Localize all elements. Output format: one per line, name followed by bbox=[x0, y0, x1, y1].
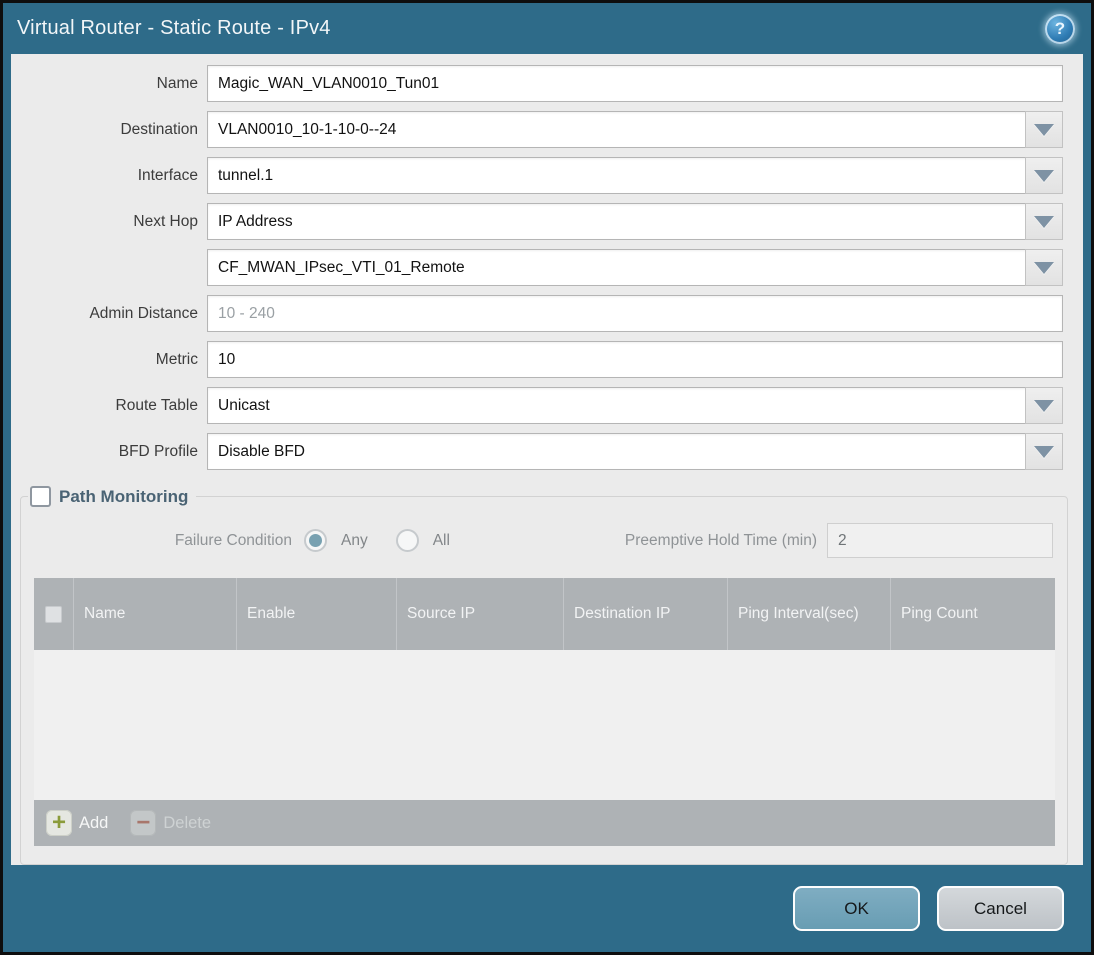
table-footer: + Add − Delete bbox=[34, 800, 1055, 846]
dialog-title: Virtual Router - Static Route - IPv4 bbox=[17, 17, 331, 39]
static-route-dialog: Virtual Router - Static Route - IPv4 ? N… bbox=[0, 0, 1094, 955]
bfd-profile-row: BFD Profile bbox=[11, 433, 1063, 470]
chevron-down-icon bbox=[1034, 399, 1054, 412]
radio-any-label: Any bbox=[341, 531, 368, 549]
next-hop-row: Next Hop bbox=[11, 203, 1063, 240]
cancel-button[interactable]: Cancel bbox=[937, 886, 1064, 931]
failure-condition-all-option: All bbox=[395, 529, 450, 552]
route-table-row: Route Table bbox=[11, 387, 1063, 424]
failure-condition-any-option: Any bbox=[304, 529, 368, 552]
name-input[interactable] bbox=[207, 65, 1063, 102]
column-header-ping-count[interactable]: Ping Count bbox=[891, 578, 1055, 650]
interface-input[interactable] bbox=[207, 157, 1063, 194]
radio-all[interactable] bbox=[395, 529, 419, 552]
column-header-source-ip[interactable]: Source IP bbox=[397, 578, 564, 650]
dialog-titlebar: Virtual Router - Static Route - IPv4 ? bbox=[3, 3, 1091, 54]
interface-row: Interface bbox=[11, 157, 1063, 194]
select-all-checkbox[interactable] bbox=[45, 605, 62, 623]
add-icon: + bbox=[46, 810, 72, 836]
next-hop-type-input[interactable] bbox=[207, 203, 1063, 240]
destination-row: Destination bbox=[11, 111, 1063, 148]
select-all-cell bbox=[34, 578, 74, 650]
table-header: Name Enable Source IP Destination IP Pin… bbox=[34, 578, 1055, 650]
preemptive-hold-time-input[interactable] bbox=[827, 523, 1053, 558]
destination-dropdown-button[interactable] bbox=[1025, 111, 1063, 148]
preemptive-hold-time-group: Preemptive Hold Time (min) bbox=[625, 523, 1053, 558]
destination-label: Destination bbox=[120, 120, 198, 138]
delete-button[interactable]: − Delete bbox=[130, 810, 211, 836]
radio-all-label: All bbox=[432, 531, 450, 549]
radio-any[interactable] bbox=[304, 529, 327, 552]
chevron-down-icon bbox=[1034, 261, 1054, 274]
failure-condition-label: Failure Condition bbox=[174, 531, 292, 549]
admin-distance-label: Admin Distance bbox=[89, 304, 198, 322]
name-label: Name bbox=[156, 74, 198, 92]
column-header-enable[interactable]: Enable bbox=[237, 578, 397, 650]
table-body-empty bbox=[34, 650, 1055, 800]
route-table-label: Route Table bbox=[115, 396, 198, 414]
preemptive-hold-time-label: Preemptive Hold Time (min) bbox=[624, 531, 817, 549]
bfd-profile-input[interactable] bbox=[207, 433, 1063, 470]
path-monitoring-checkbox[interactable] bbox=[30, 486, 51, 507]
next-hop-dropdown-button[interactable] bbox=[1025, 203, 1063, 240]
destination-input[interactable] bbox=[207, 111, 1063, 148]
admin-distance-row: Admin Distance bbox=[11, 295, 1063, 332]
interface-label: Interface bbox=[137, 166, 198, 184]
next-hop-address-row bbox=[11, 249, 1063, 286]
column-header-name[interactable]: Name bbox=[74, 578, 237, 650]
next-hop-address-dropdown-button[interactable] bbox=[1025, 249, 1063, 286]
failure-condition-row: Failure Condition Any All Preemptive Hol… bbox=[34, 523, 1053, 558]
chevron-down-icon bbox=[1034, 215, 1054, 228]
chevron-down-icon bbox=[1034, 445, 1054, 458]
route-table-input[interactable] bbox=[207, 387, 1063, 424]
dialog-content: Name Destination Interface Next Hop bbox=[11, 54, 1083, 865]
add-button[interactable]: + Add bbox=[46, 810, 108, 836]
bfd-profile-dropdown-button[interactable] bbox=[1025, 433, 1063, 470]
metric-input[interactable] bbox=[207, 341, 1063, 378]
metric-row: Metric bbox=[11, 341, 1063, 378]
column-header-destination-ip[interactable]: Destination IP bbox=[564, 578, 728, 650]
path-monitoring-title: Path Monitoring bbox=[59, 486, 189, 506]
next-hop-address-input[interactable] bbox=[207, 249, 1063, 286]
delete-icon: − bbox=[130, 810, 157, 836]
bfd-profile-label: BFD Profile bbox=[118, 442, 198, 460]
column-header-ping-interval[interactable]: Ping Interval(sec) bbox=[728, 578, 891, 650]
name-row: Name bbox=[11, 65, 1063, 102]
next-hop-label: Next Hop bbox=[133, 212, 198, 230]
help-icon[interactable]: ? bbox=[1045, 13, 1075, 44]
path-monitoring-table: Name Enable Source IP Destination IP Pin… bbox=[34, 578, 1055, 846]
chevron-down-icon bbox=[1034, 123, 1054, 136]
interface-dropdown-button[interactable] bbox=[1025, 157, 1063, 194]
chevron-down-icon bbox=[1034, 169, 1054, 182]
metric-label: Metric bbox=[155, 350, 198, 368]
path-monitoring-section: Path Monitoring Failure Condition Any Al… bbox=[20, 486, 1068, 865]
path-monitoring-legend: Path Monitoring bbox=[28, 486, 196, 507]
admin-distance-input[interactable] bbox=[207, 295, 1063, 332]
route-table-dropdown-button[interactable] bbox=[1025, 387, 1063, 424]
ok-button[interactable]: OK bbox=[793, 886, 920, 931]
dialog-footer: OK Cancel bbox=[3, 865, 1091, 952]
